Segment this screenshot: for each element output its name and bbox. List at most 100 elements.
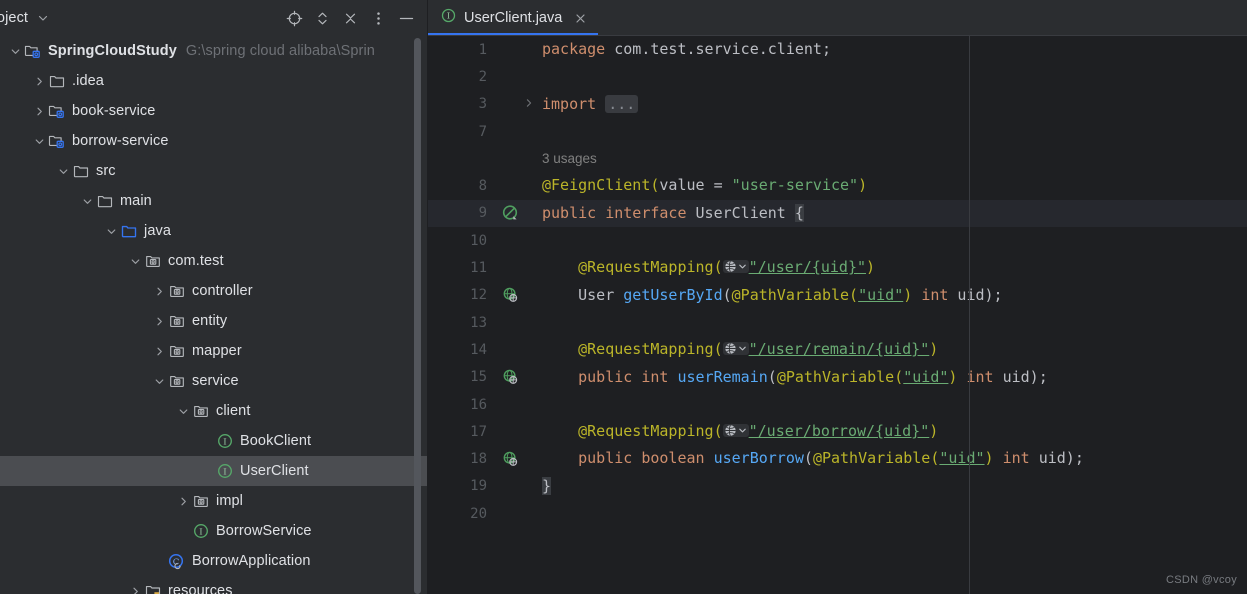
chevron-right-icon[interactable] bbox=[150, 336, 168, 366]
chevron-right-icon[interactable] bbox=[150, 306, 168, 336]
tree-item-main[interactable]: main bbox=[0, 186, 428, 216]
code-line[interactable]: 1 package com.test.service.client; bbox=[428, 36, 1247, 63]
tree-item-src[interactable]: src bbox=[0, 156, 428, 186]
chevron-down-icon[interactable] bbox=[174, 396, 192, 426]
code-line[interactable]: 10 bbox=[428, 227, 1247, 254]
line-number: 9 bbox=[478, 205, 487, 222]
code-line[interactable]: 11 @RequestMapping("/user/{uid}") bbox=[428, 254, 1247, 281]
code-line[interactable]: 17 @RequestMapping("/user/borrow/{uid}") bbox=[428, 418, 1247, 445]
chevron-right-icon[interactable] bbox=[30, 66, 48, 96]
editor-gutter[interactable]: 12 bbox=[428, 282, 542, 309]
tree-item-borrowservice[interactable]: I BorrowService bbox=[0, 516, 428, 546]
web-mapping-gutter-icon[interactable] bbox=[502, 369, 519, 386]
web-mapping-gutter-icon[interactable] bbox=[502, 287, 519, 304]
code-line[interactable]: 7 bbox=[428, 118, 1247, 145]
chevron-right-icon[interactable] bbox=[126, 576, 144, 594]
chevron-right-icon[interactable] bbox=[30, 96, 48, 126]
project-tree[interactable]: SpringCloudStudy G:\spring cloud alibaba\… bbox=[0, 36, 428, 594]
project-tree-scrollbar[interactable] bbox=[414, 38, 421, 594]
editor-gutter[interactable]: 2 bbox=[428, 63, 542, 90]
tree-item-impl[interactable]: impl bbox=[0, 486, 428, 516]
collapse-all-icon[interactable] bbox=[337, 5, 363, 31]
tree-item-bookclient[interactable]: I BookClient bbox=[0, 426, 428, 456]
code-line[interactable]: 9 public interface UserClient { bbox=[428, 199, 1247, 228]
web-mapping-gutter-icon[interactable] bbox=[502, 451, 519, 468]
svg-text:I: I bbox=[223, 437, 226, 447]
chevron-right-icon[interactable] bbox=[174, 486, 192, 516]
tree-item-borrow-service[interactable]: borrow-service bbox=[0, 126, 428, 156]
code-line[interactable]: 16 bbox=[428, 391, 1247, 418]
editor-tab-userclient[interactable]: I UserClient.java bbox=[428, 0, 599, 36]
web-globe-icon[interactable] bbox=[722, 342, 749, 356]
editor-gutter[interactable]: 11 bbox=[428, 254, 542, 281]
tree-item-client[interactable]: client bbox=[0, 396, 428, 426]
chevron-down-icon[interactable] bbox=[738, 344, 747, 353]
tree-item-label: controller bbox=[192, 283, 253, 299]
editor-gutter[interactable]: 9 bbox=[428, 200, 542, 227]
runnable-class-icon: C bbox=[168, 546, 185, 576]
chevron-down-icon[interactable] bbox=[37, 12, 49, 24]
editor-gutter[interactable]: 15 bbox=[428, 364, 542, 391]
more-options-icon[interactable] bbox=[365, 5, 391, 31]
code-line[interactable]: 15 public int userRemain(@PathVariable("… bbox=[428, 364, 1247, 391]
chevron-down-icon[interactable] bbox=[126, 246, 144, 276]
web-globe-icon[interactable] bbox=[722, 260, 749, 274]
code-line[interactable]: 14 @RequestMapping("/user/remain/{uid}") bbox=[428, 336, 1247, 363]
tree-item-book-service[interactable]: book-service bbox=[0, 96, 428, 126]
editor-gutter[interactable]: 19 bbox=[428, 473, 542, 500]
tree-item-controller[interactable]: controller bbox=[0, 276, 428, 306]
locate-target-icon[interactable] bbox=[281, 5, 307, 31]
code-line[interactable]: 13 bbox=[428, 309, 1247, 336]
expand-collapse-icon[interactable] bbox=[309, 5, 335, 31]
code-line[interactable]: 20 bbox=[428, 500, 1247, 527]
package-icon bbox=[192, 486, 209, 516]
tree-item-borrowapplication[interactable]: C BorrowApplication bbox=[0, 546, 428, 576]
editor-gutter[interactable]: 13 bbox=[428, 309, 542, 336]
editor-gutter[interactable]: 10 bbox=[428, 227, 542, 254]
web-globe-icon[interactable] bbox=[722, 424, 749, 438]
code-line[interactable]: 12 User getUserById(@PathVariable("uid")… bbox=[428, 282, 1247, 309]
chevron-down-icon[interactable] bbox=[6, 36, 24, 66]
code-line[interactable]: 19} bbox=[428, 473, 1247, 500]
editor-gutter[interactable]: 7 bbox=[428, 118, 542, 145]
editor-gutter[interactable]: 18 bbox=[428, 445, 542, 472]
chevron-right-icon[interactable] bbox=[150, 276, 168, 306]
tree-item-service[interactable]: service bbox=[0, 366, 428, 396]
tree-item-label: src bbox=[96, 163, 116, 179]
tree-item-resources[interactable]: resources bbox=[0, 576, 428, 594]
tree-item-mapper[interactable]: mapper bbox=[0, 336, 428, 366]
code-line[interactable]: 2 bbox=[428, 63, 1247, 90]
chevron-down-icon[interactable] bbox=[738, 262, 747, 271]
chevron-down-icon[interactable] bbox=[150, 366, 168, 396]
chevron-down-icon[interactable] bbox=[102, 216, 120, 246]
editor-gutter[interactable]: 8 bbox=[428, 172, 542, 199]
code-line[interactable]: 18 public boolean userBorrow(@PathVariab… bbox=[428, 445, 1247, 472]
editor-gutter[interactable] bbox=[428, 145, 542, 172]
tree-item-idea[interactable]: .idea bbox=[0, 66, 428, 96]
tree-item-java[interactable]: java bbox=[0, 216, 428, 246]
code-line[interactable]: 8 @FeignClient(value = "user-service") bbox=[428, 172, 1247, 199]
implemented-gutter-icon[interactable] bbox=[502, 205, 519, 222]
close-icon[interactable] bbox=[572, 10, 588, 26]
chevron-down-icon[interactable] bbox=[78, 186, 96, 216]
editor-gutter[interactable]: 3 bbox=[428, 91, 542, 118]
minimize-icon[interactable] bbox=[393, 5, 419, 31]
chevron-down-icon[interactable] bbox=[54, 156, 72, 186]
code-line[interactable]: 3 usages bbox=[428, 145, 1247, 172]
tree-item-springcloudstudy[interactable]: SpringCloudStudy G:\spring cloud alibaba\… bbox=[0, 36, 428, 66]
fold-expand-icon[interactable] bbox=[524, 95, 534, 113]
tree-item-com-test[interactable]: com.test bbox=[0, 246, 428, 276]
tree-item-userclient[interactable]: I UserClient bbox=[0, 456, 428, 486]
editor-gutter[interactable]: 1 bbox=[428, 36, 542, 63]
editor-gutter[interactable]: 20 bbox=[428, 500, 542, 527]
editor-gutter[interactable]: 17 bbox=[428, 418, 542, 445]
code-editor[interactable]: 1 package com.test.service.client; 2 3 impor… bbox=[428, 36, 1247, 594]
editor-gutter[interactable]: 14 bbox=[428, 336, 542, 363]
tree-item-entity[interactable]: entity bbox=[0, 306, 428, 336]
editor-gutter[interactable]: 16 bbox=[428, 391, 542, 418]
project-panel-header: roject bbox=[0, 0, 428, 36]
code-line[interactable]: 3 import ... bbox=[428, 91, 1247, 118]
chevron-down-icon[interactable] bbox=[30, 126, 48, 156]
chevron-down-icon[interactable] bbox=[738, 426, 747, 435]
project-panel-title[interactable]: roject bbox=[0, 10, 28, 26]
